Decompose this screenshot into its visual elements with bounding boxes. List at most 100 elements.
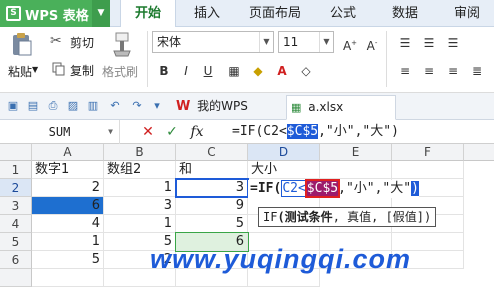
name-box-value: SUM	[48, 125, 71, 139]
row-header-5[interactable]: 5	[0, 233, 32, 251]
copy-button[interactable]: 复制	[50, 61, 98, 79]
menu-bar: S WPS 表格 ▼ 开始 插入 页面布局 公式 数据 审阅	[0, 0, 494, 28]
wps-app-button[interactable]: S WPS 表格	[0, 0, 92, 27]
bold-button[interactable]: B	[156, 63, 172, 79]
cell-a6[interactable]: 5	[32, 251, 104, 269]
redo-icon[interactable]: ↷	[130, 99, 144, 113]
tab-home[interactable]: 开始	[120, 0, 176, 28]
quick-access-bar: ▣ ▤ ⎙ ▨ ▥ ↶ ↷ ▾ W 我的WPS ▦ a.xlsx	[0, 93, 494, 120]
distribute-icon[interactable]: ≣	[468, 63, 486, 79]
font-size-select[interactable]: 11 ▼	[278, 31, 334, 53]
ribbon: 粘贴 ▼ ✂ 剪切 复制 格式刷 宋体 ▼ 11 ▼ A+ A- B I U ▦…	[0, 27, 494, 93]
row-header-7[interactable]	[0, 269, 32, 287]
align-top-icon[interactable]: ☰	[396, 35, 414, 51]
export-icon[interactable]: ▥	[86, 99, 100, 113]
tab-data[interactable]: 数据	[380, 0, 430, 27]
cell-b1[interactable]: 数组2	[104, 161, 176, 179]
preview-icon[interactable]: ▨	[66, 99, 80, 113]
edit-sep: ,	[338, 181, 346, 196]
cancel-icon[interactable]: ✕	[140, 123, 156, 141]
column-header-a[interactable]: A	[32, 144, 104, 161]
align-right-icon[interactable]: ≡	[444, 63, 462, 79]
cell-e1[interactable]	[320, 161, 392, 179]
increase-font-icon[interactable]: A+	[342, 35, 358, 54]
cell-a1[interactable]: 数字1	[32, 161, 104, 179]
open-icon[interactable]: ▤	[26, 99, 40, 113]
wps-logo-icon: S	[6, 6, 21, 21]
font-name-select[interactable]: 宋体 ▼	[152, 31, 274, 53]
column-header-g[interactable]	[464, 144, 494, 161]
cell-a7[interactable]	[32, 269, 104, 287]
column-header-e[interactable]: E	[320, 144, 392, 161]
row-header-1[interactable]: 1	[0, 161, 32, 179]
edit-ref-c2: C2<	[281, 180, 307, 197]
edit-q2: "大"	[382, 181, 412, 196]
font-name-value: 宋体	[157, 35, 182, 49]
row-header-2[interactable]: 2	[0, 179, 32, 197]
name-box[interactable]: SUM ▼	[0, 120, 120, 144]
cell-b2[interactable]: 1	[104, 179, 176, 197]
align-left-icon[interactable]: ≡	[396, 63, 414, 79]
cell-a4[interactable]: 4	[32, 215, 104, 233]
formula-bar: SUM ▼ ✕ ✓ fx =IF(C2<$C$5,"小","大")	[0, 120, 494, 144]
cell-a3[interactable]: 6	[32, 197, 104, 215]
spreadsheet-icon: ▦	[291, 101, 302, 114]
select-all-corner[interactable]	[0, 144, 32, 161]
app-name: WPS 表格	[25, 9, 89, 24]
cell-b3[interactable]: 3	[104, 197, 176, 215]
fx-button[interactable]: fx	[186, 123, 208, 141]
save-icon[interactable]: ▣	[6, 99, 20, 113]
tab-insert[interactable]: 插入	[180, 0, 234, 27]
app-menu-dropdown-icon[interactable]: ▼	[92, 0, 110, 27]
chevron-down-icon: ▼	[319, 32, 333, 52]
paste-button[interactable]: 粘贴 ▼	[4, 29, 40, 87]
tab-page-layout[interactable]: 页面布局	[240, 0, 310, 27]
tab-review[interactable]: 审阅	[442, 0, 492, 27]
paste-dropdown-icon[interactable]: ▼	[32, 65, 38, 74]
font-size-value: 11	[283, 35, 299, 49]
clear-format-icon[interactable]: ◇	[298, 63, 314, 79]
tab-formulas[interactable]: 公式	[318, 0, 368, 27]
paste-icon	[13, 33, 32, 56]
formula-suffix: ,"小","大")	[318, 124, 399, 139]
edit-ref-c5: $C$5	[304, 179, 341, 198]
cell-c3[interactable]: 9	[176, 197, 248, 215]
format-brush-button[interactable]: 格式刷	[102, 29, 142, 87]
fill-color-icon[interactable]: ◆	[250, 63, 266, 79]
underline-button[interactable]: U	[200, 63, 216, 79]
cell-c4[interactable]: 5	[176, 215, 248, 233]
cell-f1[interactable]	[392, 161, 464, 179]
row-header-4[interactable]: 4	[0, 215, 32, 233]
formula-input[interactable]: =IF(C2<$C$5,"小","大")	[232, 120, 399, 144]
column-header-d[interactable]: D	[248, 144, 320, 161]
cell-a2[interactable]: 2	[32, 179, 104, 197]
more-icon[interactable]: ▾	[150, 99, 164, 113]
cut-button[interactable]: ✂ 剪切	[50, 33, 98, 51]
italic-button[interactable]: I	[178, 63, 194, 79]
align-bottom-icon[interactable]: ☰	[444, 35, 462, 51]
doc-tab-a-xlsx[interactable]: ▦ a.xlsx	[286, 95, 396, 120]
row-header-3[interactable]: 3	[0, 197, 32, 215]
undo-icon[interactable]: ↶	[108, 99, 122, 113]
doc-tab-label: a.xlsx	[308, 100, 344, 114]
column-header-f[interactable]: F	[392, 144, 464, 161]
cell-d2-editor[interactable]: =IF(C2<$C$5,"小","大")	[248, 179, 419, 198]
paste-label: 粘贴	[8, 65, 33, 79]
print-icon[interactable]: ⎙	[46, 99, 60, 113]
border-icon[interactable]: ▦	[226, 63, 242, 79]
font-color-icon[interactable]: A	[274, 63, 290, 79]
align-center-icon[interactable]: ≡	[420, 63, 438, 79]
cell-a5[interactable]: 1	[32, 233, 104, 251]
cell-c1[interactable]: 和	[176, 161, 248, 179]
decrease-font-icon[interactable]: A-	[364, 35, 380, 54]
chevron-down-icon: ▼	[108, 127, 113, 136]
cut-label: 剪切	[70, 36, 95, 50]
row-header-6[interactable]: 6	[0, 251, 32, 269]
confirm-icon[interactable]: ✓	[164, 123, 180, 141]
column-header-b[interactable]: B	[104, 144, 176, 161]
doc-tab-my-wps[interactable]: W 我的WPS	[172, 95, 272, 120]
column-header-c[interactable]: C	[176, 144, 248, 161]
cell-d1[interactable]: 大小	[248, 161, 320, 179]
cell-b4[interactable]: 1	[104, 215, 176, 233]
align-middle-icon[interactable]: ☰	[420, 35, 438, 51]
